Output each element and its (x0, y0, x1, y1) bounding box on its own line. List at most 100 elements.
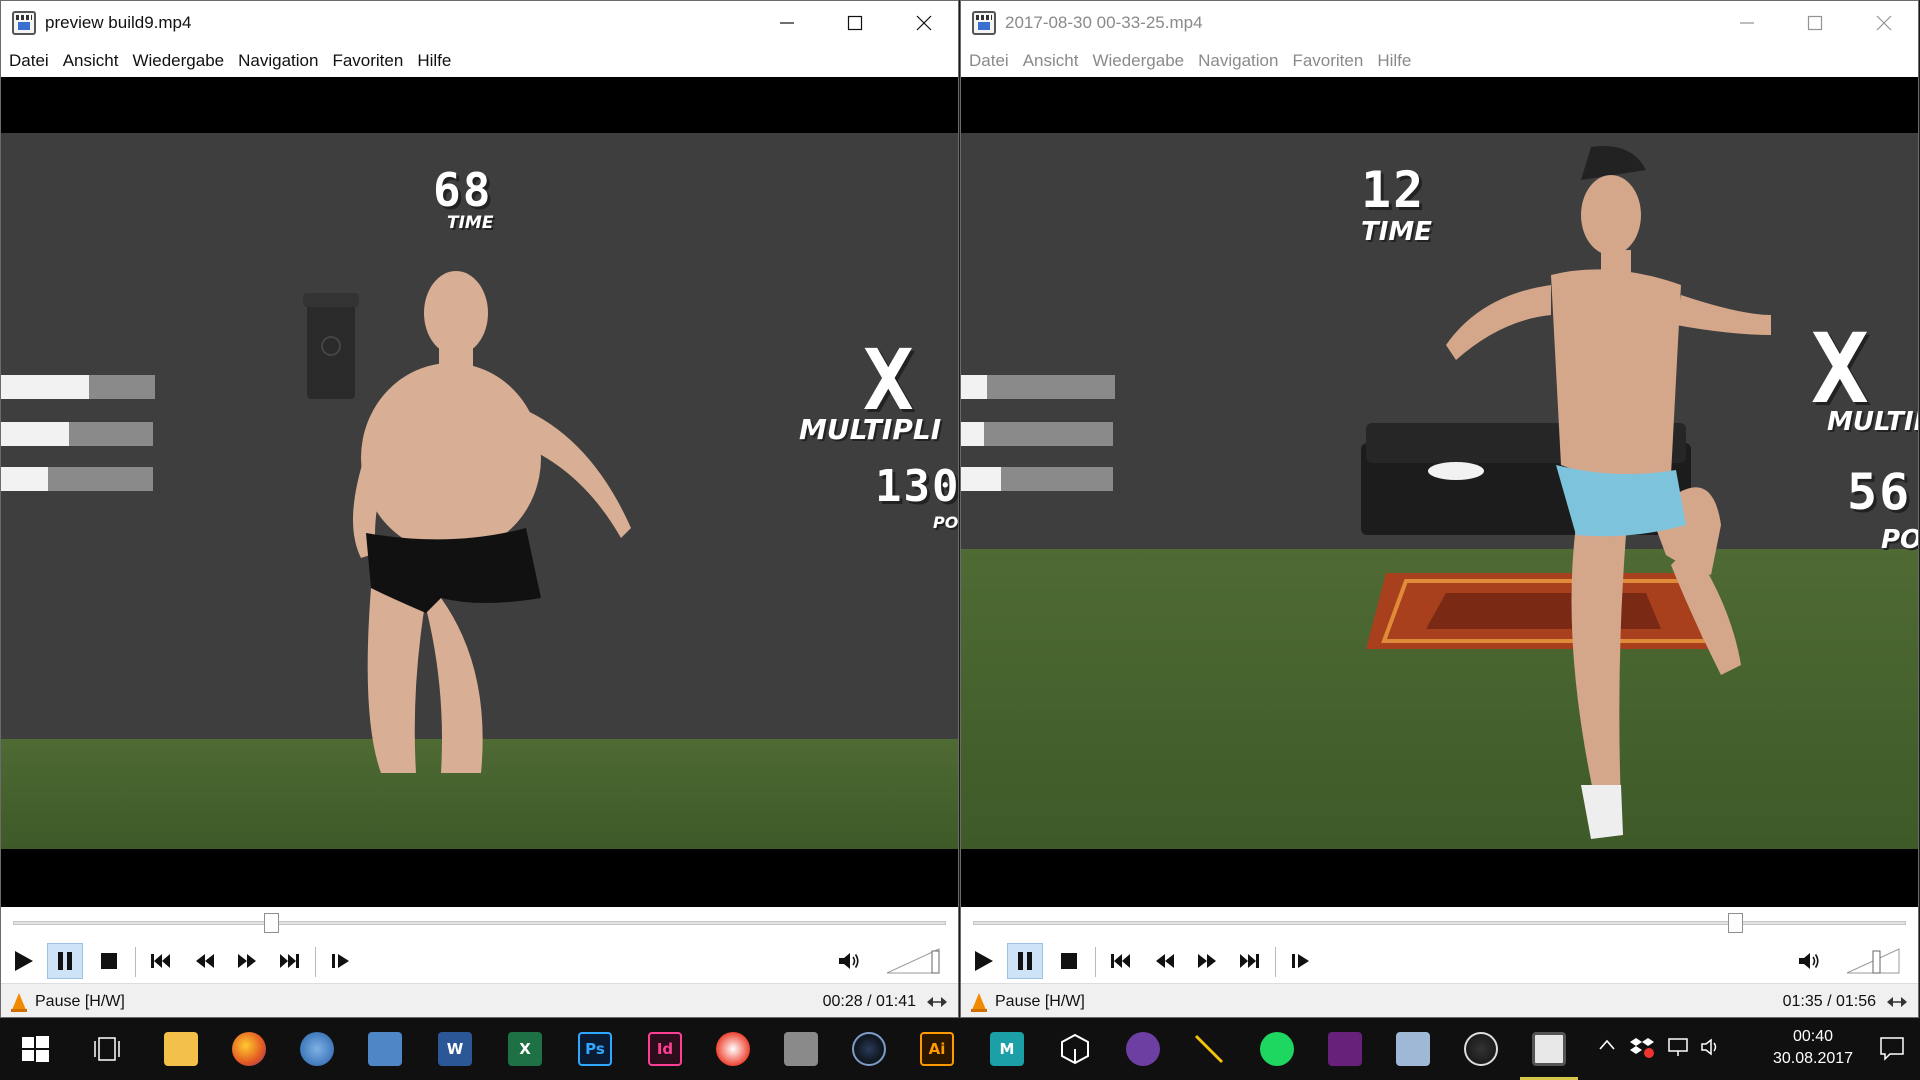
seek-bar[interactable] (13, 921, 946, 925)
play-icon (975, 951, 993, 971)
menu-wiedergabe[interactable]: Wiedergabe (1092, 51, 1184, 71)
mute-button[interactable] (1791, 943, 1827, 979)
menu-navigation[interactable]: Navigation (238, 51, 318, 71)
seek-handle[interactable] (263, 913, 279, 933)
indesign-icon[interactable]: Id (648, 1032, 682, 1066)
minimize-button[interactable] (1717, 1, 1777, 45)
menu-ansicht[interactable]: Ansicht (63, 51, 119, 71)
file-explorer-icon[interactable] (164, 1032, 198, 1066)
progress-bar-fill (1, 375, 89, 399)
windows-start-icon[interactable] (18, 1032, 52, 1066)
next-button[interactable] (271, 943, 307, 979)
clock-date: 30.08.2017 (1772, 1050, 1854, 1067)
word-icon[interactable]: W (438, 1032, 472, 1066)
title-bar[interactable]: preview build9.mp4 (1, 1, 958, 45)
illustrator-icon[interactable]: Ai (920, 1032, 954, 1066)
remote-desktop-icon[interactable] (368, 1032, 402, 1066)
frame-step-button[interactable] (323, 943, 359, 979)
playback-controls (961, 907, 1918, 983)
video-area[interactable]: 12 TIME X MULTIP 56 PO (961, 77, 1918, 907)
status-bar: Pause [H/W] 01:35 / 01:56 (961, 983, 1918, 1017)
hud-time-label: TIME (447, 213, 494, 233)
spotify-icon[interactable] (1260, 1032, 1294, 1066)
stop-icon (1061, 953, 1077, 969)
volume-icon[interactable] (1700, 1036, 1724, 1058)
next-button[interactable] (1231, 943, 1267, 979)
menu-datei[interactable]: Datei (969, 51, 1009, 71)
rewind-icon (196, 954, 214, 968)
chevron-up-icon[interactable] (1598, 1036, 1616, 1054)
frame-step-button[interactable] (1283, 943, 1319, 979)
title-bar[interactable]: 2017-08-30 00-33-25.mp4 (961, 1, 1918, 45)
github-icon[interactable] (1126, 1032, 1160, 1066)
image-app-icon[interactable] (1396, 1032, 1430, 1066)
play-button[interactable] (5, 943, 41, 979)
progress-bar (1, 375, 155, 399)
system-clock[interactable]: 00:40 30.08.2017 (1768, 1026, 1858, 1070)
close-button[interactable] (894, 1, 954, 45)
stop-button[interactable] (91, 943, 127, 979)
menu-hilfe[interactable]: Hilfe (1377, 51, 1411, 71)
media-player-classic-icon[interactable] (1532, 1032, 1566, 1066)
play-button[interactable] (965, 943, 1001, 979)
menu-hilfe[interactable]: Hilfe (417, 51, 451, 71)
right-player-window: 2017-08-30 00-33-25.mp4 Datei Ansicht Wi… (960, 0, 1919, 1018)
aspect-ratio-icon[interactable] (926, 994, 948, 1010)
progress-bar (1, 467, 153, 491)
paint-icon[interactable] (716, 1032, 750, 1066)
maximize-button[interactable] (1785, 1, 1845, 45)
firefox-icon[interactable] (232, 1032, 266, 1066)
status-bar: Pause [H/W] 00:28 / 01:41 (1, 983, 958, 1017)
previous-button[interactable] (1103, 943, 1139, 979)
frame-step-icon (332, 954, 349, 968)
mute-button[interactable] (831, 943, 867, 979)
network-icon[interactable] (1666, 1036, 1690, 1058)
thunderbird-icon[interactable] (300, 1032, 334, 1066)
dropbox-icon[interactable] (1630, 1036, 1654, 1058)
notification-center-icon[interactable] (1878, 1034, 1906, 1062)
volume-slider[interactable] (885, 945, 941, 975)
dancer-figure-image (1446, 145, 1771, 839)
seek-bar[interactable] (973, 921, 1906, 925)
excel-icon[interactable]: X (508, 1032, 542, 1066)
playback-status: Pause [H/W] (995, 992, 1085, 1010)
visual-studio-icon[interactable] (1328, 1032, 1362, 1066)
rewind-button[interactable] (1147, 943, 1183, 979)
close-button[interactable] (1854, 1, 1914, 45)
photoshop-icon[interactable]: Ps (578, 1032, 612, 1066)
blank-app-icon[interactable] (784, 1032, 818, 1066)
previous-button[interactable] (143, 943, 179, 979)
maximize-button[interactable] (825, 1, 885, 45)
pen-tool-icon[interactable] (1192, 1032, 1226, 1066)
rewind-button[interactable] (187, 943, 223, 979)
pause-icon (58, 952, 72, 970)
menu-wiedergabe[interactable]: Wiedergabe (132, 51, 224, 71)
unity-icon[interactable] (1058, 1032, 1092, 1066)
speaker-icon (1799, 953, 1819, 969)
task-view-icon[interactable] (90, 1032, 124, 1066)
pause-button[interactable] (1007, 943, 1043, 979)
aspect-ratio-icon[interactable] (1886, 994, 1908, 1010)
seek-handle[interactable] (1728, 913, 1744, 933)
menu-favoriten[interactable]: Favoriten (1292, 51, 1363, 71)
fast-forward-button[interactable] (229, 943, 265, 979)
minimize-icon (1740, 22, 1754, 24)
time-display[interactable]: 01:35 / 01:56 (1783, 993, 1876, 1011)
play-icon (15, 951, 33, 971)
rewind-icon (1156, 954, 1174, 968)
stop-button[interactable] (1051, 943, 1087, 979)
maya-icon[interactable]: M (990, 1032, 1024, 1066)
cinema4d-icon[interactable] (852, 1032, 886, 1066)
minimize-button[interactable] (757, 1, 817, 45)
volume-slider[interactable] (1845, 945, 1901, 975)
close-icon (1876, 15, 1892, 31)
video-area[interactable]: 68 TIME X MULTIPLI 130 PO (1, 77, 958, 907)
pause-button[interactable] (47, 943, 83, 979)
menu-datei[interactable]: Datei (9, 51, 49, 71)
menu-ansicht[interactable]: Ansicht (1023, 51, 1079, 71)
obs-icon[interactable] (1464, 1032, 1498, 1066)
time-display[interactable]: 00:28 / 01:41 (823, 993, 916, 1011)
fast-forward-button[interactable] (1189, 943, 1225, 979)
menu-favoriten[interactable]: Favoriten (332, 51, 403, 71)
menu-navigation[interactable]: Navigation (1198, 51, 1278, 71)
